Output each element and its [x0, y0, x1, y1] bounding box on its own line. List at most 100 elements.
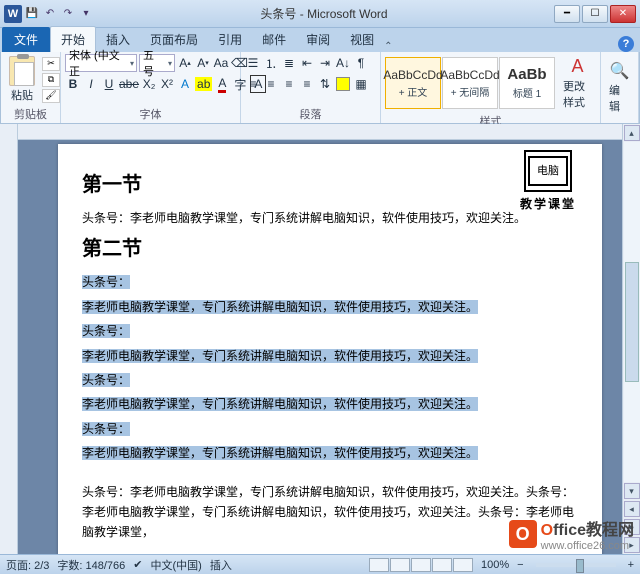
view-buttons	[369, 558, 473, 572]
heading-2: 第二节	[82, 232, 578, 266]
view-outline[interactable]	[432, 558, 452, 572]
status-spellcheck-icon[interactable]: ✔	[133, 558, 142, 571]
font-group-label: 字体	[65, 105, 236, 123]
selected-text[interactable]: 头条号：	[82, 373, 130, 387]
scroll-up-button[interactable]: ▴	[624, 125, 640, 141]
tab-review[interactable]: 审阅	[296, 27, 340, 52]
editing-button[interactable]: 🔍 编辑	[605, 59, 634, 116]
dec-indent-button[interactable]: ⇤	[299, 54, 315, 72]
tab-mailings[interactable]: 邮件	[252, 27, 296, 52]
prev-page-button[interactable]: ◂	[624, 501, 640, 517]
close-button[interactable]: ✕	[610, 5, 636, 23]
font-color-button[interactable]: A	[214, 75, 230, 93]
editing-group-label	[605, 121, 634, 123]
change-styles-button[interactable]: A 更改样式	[559, 54, 596, 112]
group-font: 宋体 (中文正 五号 A▴ A▾ Aa ⌫ B I U abe X₂ X² A …	[61, 52, 241, 123]
status-words[interactable]: 字数: 148/766	[57, 557, 125, 573]
tab-view[interactable]: 视图	[340, 27, 384, 52]
copy-button[interactable]: ⧉	[42, 73, 60, 87]
vertical-ruler[interactable]	[0, 124, 18, 554]
paste-button[interactable]: 粘贴	[5, 54, 39, 105]
word-app-icon[interactable]: W	[4, 5, 22, 23]
watermark: O Office教程网 www.office26.com	[509, 516, 634, 552]
style-heading1[interactable]: AaBb 标题 1	[499, 57, 555, 109]
selected-text[interactable]: 李老师电脑教学课堂，专门系统讲解电脑知识，软件使用技巧，欢迎关注。	[82, 397, 478, 411]
line-spacing-button[interactable]: ⇅	[317, 75, 333, 93]
status-language[interactable]: 中文(中国)	[151, 557, 202, 573]
paste-icon	[9, 56, 35, 86]
selected-text[interactable]: 头条号：	[82, 422, 130, 436]
zoom-level[interactable]: 100%	[481, 559, 509, 571]
inc-indent-button[interactable]: ⇥	[317, 54, 333, 72]
tab-references[interactable]: 引用	[208, 27, 252, 52]
scroll-track[interactable]	[624, 142, 640, 482]
minimize-button[interactable]: ━	[554, 5, 580, 23]
align-right-button[interactable]: ≡	[281, 75, 297, 93]
view-fullscreen[interactable]	[390, 558, 410, 572]
zoom-slider[interactable]	[536, 563, 616, 567]
multilevel-button[interactable]: ≣	[281, 54, 297, 72]
selected-text[interactable]: 李老师电脑教学课堂，专门系统讲解电脑知识，软件使用技巧，欢迎关注。	[82, 300, 478, 314]
group-styles: AaBbCcDd + 正文 AaBbCcDd + 无间隔 AaBb 标题 1 A…	[381, 52, 601, 123]
group-editing: 🔍 编辑	[601, 52, 639, 123]
page[interactable]: 电脑 教学课堂 第一节 头条号：李老师电脑教学课堂，专门系统讲解电脑知识，软件使…	[58, 144, 602, 554]
change-case-button[interactable]: Aa	[213, 54, 229, 72]
numbering-button[interactable]: ⒈	[263, 54, 279, 72]
shading-button[interactable]	[335, 75, 351, 93]
sort-button[interactable]: A↓	[335, 54, 351, 72]
maximize-button[interactable]: ☐	[582, 5, 608, 23]
status-mode[interactable]: 插入	[210, 557, 232, 573]
ribbon: 粘贴 ✂ ⧉ 🖌 剪贴板 宋体 (中文正 五号 A▴ A▾ Aa ⌫ B I U	[0, 52, 640, 124]
selected-text[interactable]: 李老师电脑教学课堂，专门系统讲解电脑知识，软件使用技巧，欢迎关注。	[82, 446, 478, 460]
align-left-button[interactable]: ≡	[245, 75, 261, 93]
stamp-image: 电脑 教学课堂	[504, 150, 592, 214]
shrink-font-button[interactable]: A▾	[195, 54, 211, 72]
qat-customize-icon[interactable]: ▾	[78, 6, 94, 22]
view-print-layout[interactable]	[369, 558, 389, 572]
grow-font-button[interactable]: A▴	[177, 54, 193, 72]
paragraph-group-label: 段落	[245, 105, 376, 123]
justify-button[interactable]: ≡	[299, 75, 315, 93]
help-icon[interactable]: ?	[618, 36, 634, 52]
qat-save-icon[interactable]: 💾	[24, 6, 40, 22]
horizontal-ruler[interactable]	[18, 124, 622, 140]
stamp-monitor: 电脑	[528, 156, 568, 186]
show-marks-button[interactable]: ¶	[353, 54, 369, 72]
borders-button[interactable]: ▦	[353, 75, 369, 93]
zoom-out-button[interactable]: −	[517, 559, 523, 571]
clipboard-group-label: 剪贴板	[5, 105, 56, 123]
view-web[interactable]	[411, 558, 431, 572]
watermark-icon: O	[509, 520, 537, 548]
window-title: 头条号 - Microsoft Word	[94, 5, 554, 22]
selected-text[interactable]: 头条号：	[82, 275, 130, 289]
style-normal[interactable]: AaBbCcDd + 正文	[385, 57, 441, 109]
vertical-scrollbar[interactable]: ▴ ▾ ◂ ● ▸	[622, 124, 640, 554]
selected-text[interactable]: 李老师电脑教学课堂，专门系统讲解电脑知识，软件使用技巧，欢迎关注。	[82, 349, 478, 363]
scroll-down-button[interactable]: ▾	[624, 483, 640, 499]
highlight-button[interactable]: ab	[195, 75, 212, 93]
minimize-ribbon-icon[interactable]: ⌃	[384, 41, 392, 52]
stamp-label: 教学课堂	[504, 194, 592, 214]
format-painter-button[interactable]: 🖌	[42, 89, 60, 103]
qat-redo-icon[interactable]: ↷	[60, 6, 76, 22]
style-nospacing[interactable]: AaBbCcDd + 无间隔	[442, 57, 498, 109]
status-page[interactable]: 页面: 2/3	[6, 557, 49, 573]
cut-button[interactable]: ✂	[42, 57, 60, 71]
font-size-combo[interactable]: 五号	[139, 54, 175, 72]
bullets-button[interactable]: ☰	[245, 54, 261, 72]
file-tab[interactable]: 文件	[2, 27, 50, 52]
scroll-thumb[interactable]	[625, 262, 639, 382]
document-viewport[interactable]: 电脑 教学课堂 第一节 头条号：李老师电脑教学课堂，专门系统讲解电脑知识，软件使…	[18, 124, 622, 554]
selected-text[interactable]: 头条号：	[82, 324, 130, 338]
group-paragraph: ☰ ⒈ ≣ ⇤ ⇥ A↓ ¶ ≡ ≡ ≡ ≡ ⇅ ▦ 段落	[241, 52, 381, 123]
text-effects-button[interactable]: A	[177, 75, 193, 93]
styles-gallery[interactable]: AaBbCcDd + 正文 AaBbCcDd + 无间隔 AaBb 标题 1	[385, 57, 556, 109]
zoom-in-button[interactable]: +	[628, 559, 634, 571]
view-draft[interactable]	[453, 558, 473, 572]
align-center-button[interactable]: ≡	[263, 75, 279, 93]
paste-label: 粘贴	[11, 87, 33, 103]
font-face-combo[interactable]: 宋体 (中文正	[65, 54, 137, 72]
qat-undo-icon[interactable]: ↶	[42, 6, 58, 22]
quick-access-toolbar: W 💾 ↶ ↷ ▾	[4, 5, 94, 23]
titlebar: W 💾 ↶ ↷ ▾ 头条号 - Microsoft Word ━ ☐ ✕	[0, 0, 640, 28]
